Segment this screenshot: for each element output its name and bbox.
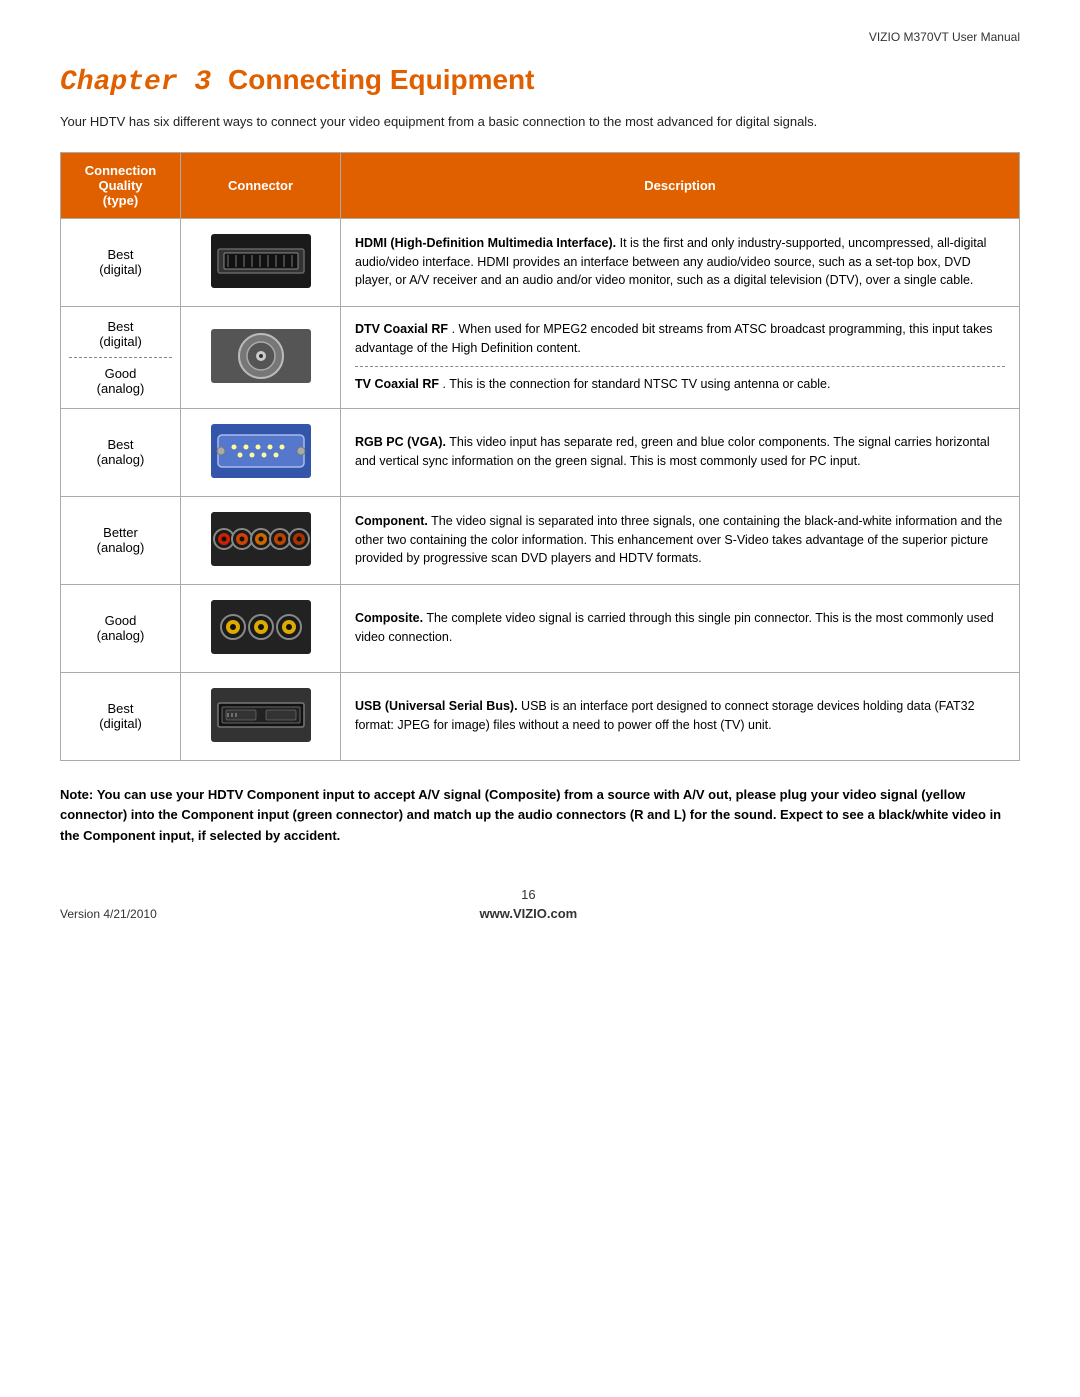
hdmi-connector-icon	[206, 229, 316, 293]
description-cell: DTV Coaxial RF . When used for MPEG2 enc…	[341, 306, 1020, 408]
quality-label: Good(analog)	[97, 613, 145, 643]
description-cell: RGB PC (VGA). This video input has separ…	[341, 408, 1020, 496]
description-cell: HDMI (High-Definition Multimedia Interfa…	[341, 218, 1020, 306]
note-label: Note:	[60, 787, 93, 802]
component-connector-icon	[206, 507, 316, 571]
desc-bold: Component.	[355, 514, 428, 528]
connector-cell	[181, 218, 341, 306]
quality-label: Better(analog)	[97, 525, 145, 555]
table-row: Best(digital)	[61, 218, 1020, 306]
usb-connector-icon	[206, 683, 316, 747]
connector-cell	[181, 672, 341, 760]
vga-connector-icon	[206, 419, 316, 483]
footer-website: 16 www.VIZIO.com	[479, 887, 577, 921]
connector-cell	[181, 496, 341, 584]
note-text: You can use your HDTV Component input to…	[60, 787, 1001, 844]
table-row: Better(analog)	[61, 496, 1020, 584]
desc-text: The complete video signal is carried thr…	[355, 611, 994, 644]
quality-label: Best(analog)	[97, 437, 145, 467]
table-header-row: ConnectionQuality(type) Connector Descri…	[61, 152, 1020, 218]
connector-cell	[181, 306, 341, 408]
desc-bold: RGB PC (VGA).	[355, 435, 446, 449]
composite-connector-icon	[206, 595, 316, 659]
chapter-prefix: Chapter 3	[60, 67, 211, 98]
quality-cell: Best(digital)	[61, 218, 181, 306]
quality-divider	[69, 357, 172, 358]
desc-top: DTV Coaxial RF . When used for MPEG2 enc…	[355, 320, 1005, 358]
connector-cell	[181, 408, 341, 496]
chapter-name: Connecting Equipment	[228, 64, 534, 95]
table-row: Best(analog)	[61, 408, 1020, 496]
col-header-quality: ConnectionQuality(type)	[61, 152, 181, 218]
quality-label: Best(digital)	[99, 701, 142, 731]
desc-bold: Composite.	[355, 611, 423, 625]
desc-bold: HDMI (High-Definition Multimedia Interfa…	[355, 236, 616, 250]
chapter-title: Chapter 3 Connecting Equipment	[60, 64, 1020, 98]
desc-bottom: TV Coaxial RF . This is the connection f…	[355, 375, 1005, 394]
description-cell: USB (Universal Serial Bus). USB is an in…	[341, 672, 1020, 760]
footer-version: Version 4/21/2010	[60, 907, 157, 921]
desc-text: This video input has separate red, green…	[355, 435, 990, 468]
desc-bold: USB (Universal Serial Bus).	[355, 699, 518, 713]
quality-cell: Better(analog)	[61, 496, 181, 584]
col-header-connector: Connector	[181, 152, 341, 218]
page-footer: Version 4/21/2010 16 www.VIZIO.com	[60, 887, 1020, 921]
page-header: VIZIO M370VT User Manual	[60, 30, 1020, 44]
connection-table: ConnectionQuality(type) Connector Descri…	[60, 152, 1020, 761]
col-header-description: Description	[341, 152, 1020, 218]
description-cell: Component. The video signal is separated…	[341, 496, 1020, 584]
table-row: Good(analog) C	[61, 584, 1020, 672]
quality-cell: Best(digital)	[61, 672, 181, 760]
quality-cell: Good(analog)	[61, 584, 181, 672]
website-url: www.VIZIO.com	[479, 906, 577, 921]
page-number: 16	[479, 887, 577, 902]
table-row: Best(digital) USB (Universal Serial Bu	[61, 672, 1020, 760]
quality-cell: Best(analog)	[61, 408, 181, 496]
intro-text: Your HDTV has six different ways to conn…	[60, 112, 1020, 132]
manual-title: VIZIO M370VT User Manual	[869, 30, 1020, 44]
description-cell: Composite. The complete video signal is …	[341, 584, 1020, 672]
coax-connector-icon	[206, 324, 316, 388]
quality-label: Best(digital)	[99, 247, 142, 277]
desc-text: The video signal is separated into three…	[355, 514, 1002, 566]
desc-divider	[355, 366, 1005, 367]
table-row: Best(digital) Good(analog) DTV Coaxial R…	[61, 306, 1020, 408]
note-section: Note: You can use your HDTV Component in…	[60, 785, 1020, 847]
connector-cell	[181, 584, 341, 672]
quality-cell: Best(digital) Good(analog)	[61, 306, 181, 408]
